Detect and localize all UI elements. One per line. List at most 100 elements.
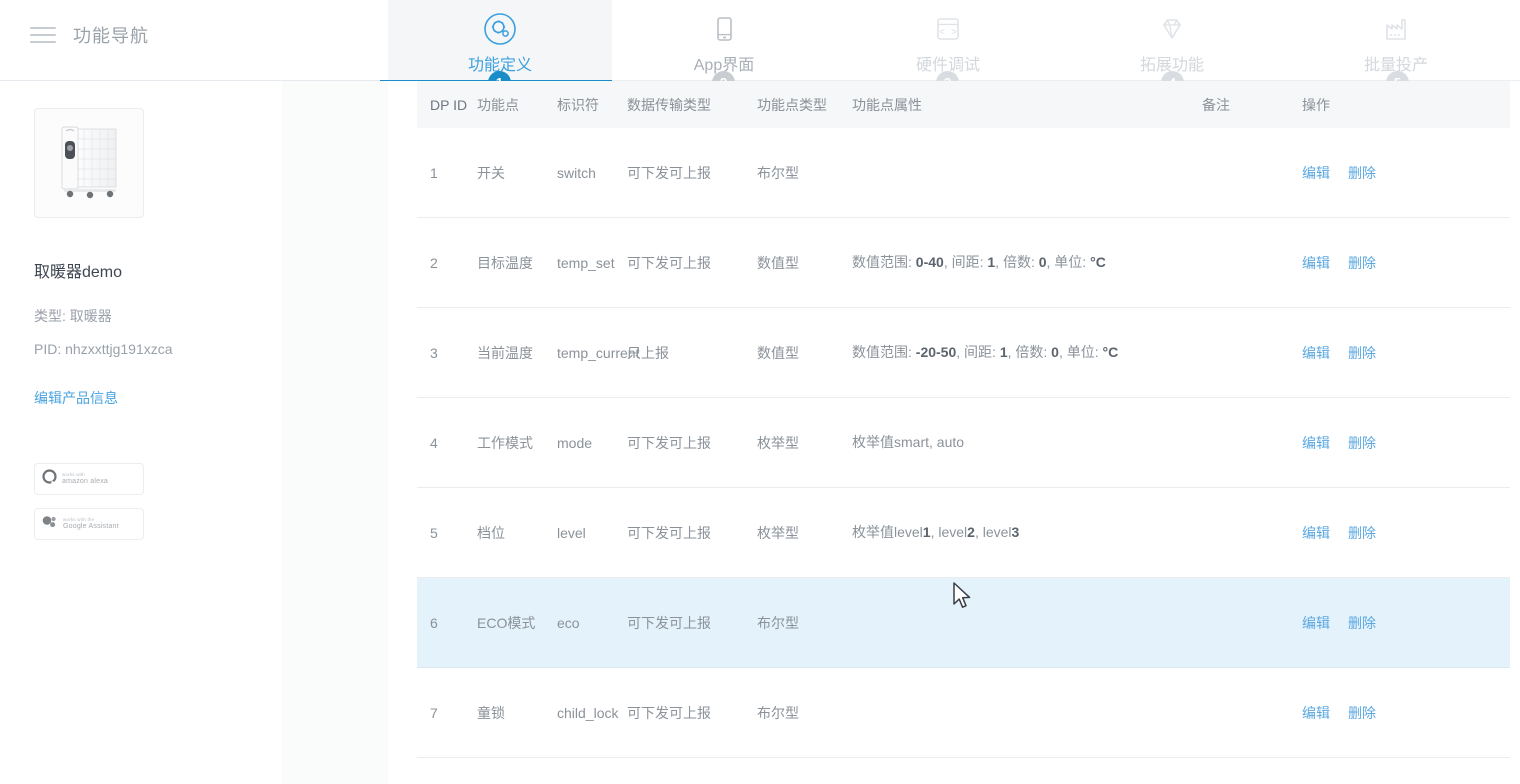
product-thumbnail [34,108,144,218]
phone-icon [707,8,741,50]
edit-link[interactable]: 编辑 [1302,253,1330,273]
badge-google-assistant-text: works with the Google Assistant [63,517,119,530]
cell-point-attr: 数值范围: -20-50, 间距: 1, 倍数: 0, 单位: °C [852,343,1119,360]
delete-link[interactable]: 删除 [1348,253,1376,273]
cell-ops: 编辑 删除 [1302,253,1452,273]
cell-dp-id: 4 [430,434,438,451]
code-window-icon: < > [931,8,965,50]
cell-dp-id: 7 [430,704,438,721]
badge-alexa-line2: amazon alexa [62,477,108,485]
delete-link[interactable]: 删除 [1348,703,1376,723]
edit-link[interactable]: 编辑 [1302,433,1330,453]
tab-label-function-definition: 功能定义 [467,57,532,74]
tab-app-ui[interactable]: App界面 [612,0,836,81]
col-header-identifier: 标识符 [557,96,599,113]
hamburger-menu-icon [30,27,56,43]
col-header-func-point: 功能点 [477,96,519,113]
cell-transfer-type: 可下发可上报 [627,704,711,721]
gear-circle-icon [483,8,517,50]
cell-func-point: 目标温度 [477,254,533,271]
cell-dp-id: 6 [430,614,438,631]
cell-point-type: 数值型 [757,344,799,361]
edit-product-info-link[interactable]: 编辑产品信息 [34,388,118,408]
table-row[interactable]: 6 ECO模式 eco 可下发可上报 布尔型 编辑 删除 [417,578,1510,668]
cell-identifier: level [557,524,586,541]
tab-hardware-debug[interactable]: < > 硬件调试 [836,0,1060,81]
nav-toggle-label: 功能导航 [73,26,149,46]
cell-identifier: switch [557,164,596,181]
tab-extended-features[interactable]: 拓展功能 [1060,0,1284,81]
sidebar-gutter [282,81,388,784]
cell-ops: 编辑 删除 [1302,343,1452,363]
product-pid: PID: nhzxxttjg191xzca [34,341,173,357]
badge-google-assistant: works with the Google Assistant [34,508,144,540]
cell-point-attr: 数值范围: 0-40, 间距: 1, 倍数: 0, 单位: °C [852,253,1106,270]
delete-link[interactable]: 删除 [1348,343,1376,363]
edit-link[interactable]: 编辑 [1302,163,1330,183]
cell-transfer-type: 可下发可上报 [627,434,711,451]
delete-link[interactable]: 删除 [1348,523,1376,543]
cell-point-type: 布尔型 [757,704,799,721]
table-row[interactable]: 1 开关 switch 可下发可上报 布尔型 编辑 删除 [417,128,1510,218]
cell-func-point: 童锁 [477,704,505,721]
delete-link[interactable]: 删除 [1348,613,1376,633]
table-row[interactable]: 4 工作模式 mode 可下发可上报 枚举型 枚举值smart, auto 编辑 删除 [417,398,1510,488]
edit-link[interactable]: 编辑 [1302,613,1330,633]
cell-func-point: 当前温度 [477,344,533,361]
cell-point-attr: 枚举值smart, auto [852,433,965,450]
cell-identifier: eco [557,614,580,631]
cell-dp-id: 3 [430,344,438,361]
table-row[interactable]: 3 当前温度 temp_current 只上报 数值型 数值范围: -20-50, 间距:… [417,308,1510,398]
table-row[interactable]: 7 童锁 child_lock 可下发可上报 布尔型 编辑 删除 [417,668,1510,758]
edit-link[interactable]: 编辑 [1302,703,1330,723]
datapoint-table: DP ID 功能点 标识符 数据传输类型 功能点类型 功能点属性 备注 操作 1… [417,81,1510,784]
cell-point-type: 布尔型 [757,164,799,181]
col-header-point-type: 功能点类型 [757,96,827,113]
badge-amazon-alexa-text: works with amazon alexa [62,472,108,485]
app-root: 功能导航 功能定义 App界面 < > 硬件调试 拓展功能 批量投产 取暖器de… [0,0,1520,784]
tab-label-hardware-debug: 硬件调试 [915,57,980,74]
cell-point-type: 数值型 [757,254,799,271]
amazon-alexa-icon [42,469,57,489]
cell-func-point: ECO模式 [477,614,536,631]
svg-text:< >: < > [939,28,957,39]
nav-toggle-button[interactable]: 功能导航 [30,22,149,48]
tab-label-mass-production: 批量投产 [1363,57,1428,74]
diamond-icon [1155,8,1189,50]
tab-label-app-ui: App界面 [693,57,755,74]
edit-link[interactable]: 编辑 [1302,343,1330,363]
cell-identifier: temp_set [557,254,615,271]
badge-amazon-alexa: works with amazon alexa [34,463,144,495]
cell-dp-id: 1 [430,164,438,181]
google-assistant-icon [42,514,58,534]
cell-ops: 编辑 删除 [1302,433,1452,453]
tab-mass-production[interactable]: 批量投产 [1284,0,1508,81]
top-bar: 功能导航 功能定义 App界面 < > 硬件调试 拓展功能 批量投产 [0,0,1520,94]
table-row[interactable]: 2 目标温度 temp_set 可下发可上报 数值型 数值范围: 0-40, 间距: 1,… [417,218,1510,308]
edit-link[interactable]: 编辑 [1302,523,1330,543]
oil-heater-product-photo [61,126,117,199]
main-content: DP ID 功能点 标识符 数据传输类型 功能点类型 功能点属性 备注 操作 1… [388,81,1520,784]
table-row[interactable]: 8摇头shake可下发可上报布尔型编辑删除 [417,758,1510,784]
tab-function-definition[interactable]: 功能定义 [388,0,612,81]
cell-func-point: 档位 [477,524,505,541]
cell-point-type: 布尔型 [757,614,799,631]
product-type: 类型: 取暖器 [34,308,112,324]
cell-ops: 编辑 删除 [1302,613,1452,633]
table-header-row: DP ID 功能点 标识符 数据传输类型 功能点类型 功能点属性 备注 操作 [417,81,1510,128]
cell-identifier: child_lock [557,704,619,721]
col-header-note: 备注 [1202,96,1230,113]
cell-ops: 编辑 删除 [1302,163,1452,183]
col-header-ops: 操作 [1302,96,1330,113]
table-row[interactable]: 5 档位 level 可下发可上报 枚举型 枚举值level1, level2, leve… [417,488,1510,578]
delete-link[interactable]: 删除 [1348,163,1376,183]
cell-transfer-type: 可下发可上报 [627,614,711,631]
product-name: 取暖器demo [34,264,123,281]
cell-func-point: 工作模式 [477,434,533,451]
col-header-transfer-type: 数据传输类型 [627,96,711,113]
cell-transfer-type: 可下发可上报 [627,524,711,541]
delete-link[interactable]: 删除 [1348,433,1376,453]
cell-func-point: 开关 [477,164,505,181]
cell-point-type: 枚举型 [757,434,799,451]
cell-transfer-type: 可下发可上报 [627,164,711,181]
